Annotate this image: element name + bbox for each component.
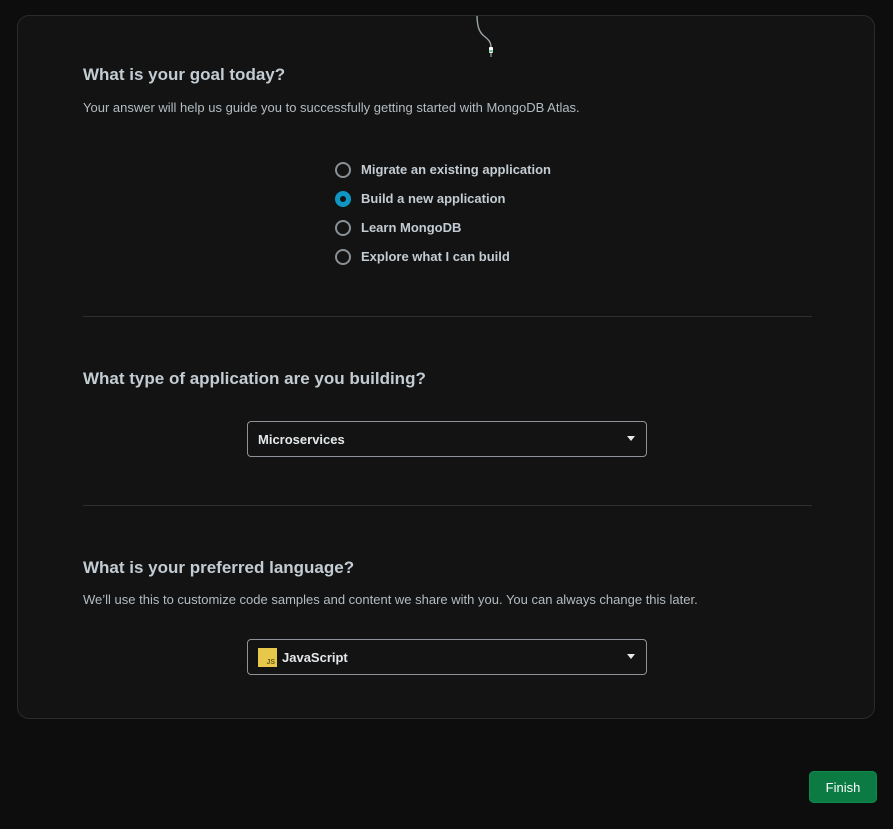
goal-option-label: Migrate an existing application	[361, 162, 551, 177]
finish-button[interactable]: Finish	[809, 771, 877, 803]
javascript-logo-icon: JS	[258, 647, 277, 667]
goal-option-label: Learn MongoDB	[361, 220, 462, 235]
javascript-logo-text: JS	[266, 658, 275, 666]
radio-button[interactable]	[335, 248, 351, 265]
language-title: What is your preferred language?	[83, 558, 355, 577]
language-description: We’ll use this to customize code samples…	[83, 592, 698, 607]
radio-button[interactable]	[335, 219, 351, 236]
radio-button-selected[interactable]	[335, 190, 351, 207]
caret-down-icon	[627, 654, 635, 659]
goal-option-label: Build a new application	[361, 191, 506, 206]
goal-option-learn[interactable]: Learn MongoDB	[335, 213, 551, 242]
language-select-value: JavaScript	[282, 649, 348, 665]
radio-button[interactable]	[335, 161, 351, 178]
section-divider	[83, 316, 812, 317]
goal-option-build-new[interactable]: Build a new application	[335, 184, 551, 213]
goal-option-migrate[interactable]: Migrate an existing application	[335, 155, 551, 184]
goal-title: What is your goal today?	[83, 65, 286, 84]
onboarding-card: What is your goal today? Your answer wil…	[17, 15, 875, 719]
caret-down-icon	[627, 436, 635, 441]
goal-option-label: Explore what I can build	[361, 249, 510, 264]
plug-illustration-icon	[476, 16, 493, 57]
goal-radio-group: Migrate an existing application Build a …	[335, 155, 551, 271]
goal-description: Your answer will help us guide you to su…	[83, 100, 580, 115]
app-type-title: What type of application are you buildin…	[83, 369, 426, 388]
goal-option-explore[interactable]: Explore what I can build	[335, 242, 551, 271]
section-divider	[83, 505, 812, 506]
app-type-select[interactable]: Microservices	[247, 421, 647, 457]
app-type-select-value: Microservices	[258, 431, 345, 447]
language-select[interactable]: JS JavaScript	[247, 639, 647, 675]
